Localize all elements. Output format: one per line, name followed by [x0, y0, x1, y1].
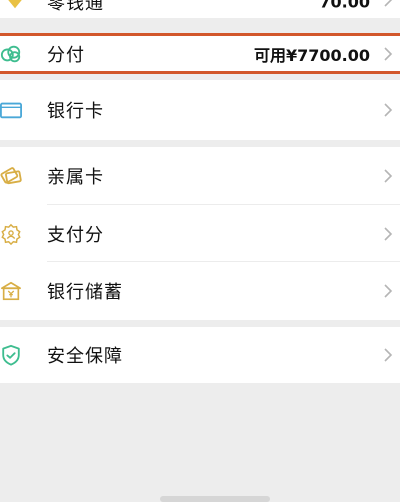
chevron-right-icon [384, 226, 393, 241]
row-bank-card-label: 银行卡 [47, 101, 104, 122]
row-pay-score-label: 支付分 [47, 224, 104, 246]
diamond-icon [8, 0, 22, 9]
row-family-card[interactable]: 亲属卡 [0, 147, 400, 205]
badge-icon [1, 223, 21, 245]
row-security[interactable]: 安全保障 [0, 327, 400, 383]
wallet-page: 零钱通 70.00 分付 可用¥7700.00 银行卡 亲属卡 支付分 银行储蓄… [0, 0, 400, 502]
row-fenfu-value: 可用¥7700.00 [253, 45, 370, 65]
chevron-right-icon [384, 169, 393, 183]
row-fenfu-label: 分付 [47, 44, 85, 66]
row-bank-savings[interactable]: 银行储蓄 [0, 262, 400, 320]
row-bank-savings-label: 银行储蓄 [47, 282, 123, 303]
row-lingqiantong[interactable]: 零钱通 70.00 [0, 0, 400, 18]
row-lingqiantong-value: 70.00 [319, 0, 370, 12]
bottom-footer-text-fragment [160, 496, 270, 502]
row-pay-score[interactable]: 支付分 [0, 205, 400, 262]
row-fenfu[interactable]: 分付 可用¥7700.00 [0, 33, 400, 74]
row-family-card-label: 亲属卡 [47, 167, 104, 188]
shield-icon [2, 344, 20, 366]
row-security-label: 安全保障 [47, 346, 123, 367]
row-lingqiantong-label: 零钱通 [47, 0, 104, 14]
row-bank-card[interactable]: 银行卡 [0, 80, 400, 140]
chevron-right-icon [384, 46, 393, 61]
chevron-right-icon [384, 103, 393, 117]
chevron-right-icon [384, 284, 393, 298]
vault-icon [1, 281, 21, 301]
cards-icon [0, 167, 22, 185]
cloud-icon [0, 45, 21, 62]
chevron-right-icon [384, 0, 393, 7]
chevron-right-icon [384, 348, 393, 362]
card-icon [0, 102, 22, 119]
